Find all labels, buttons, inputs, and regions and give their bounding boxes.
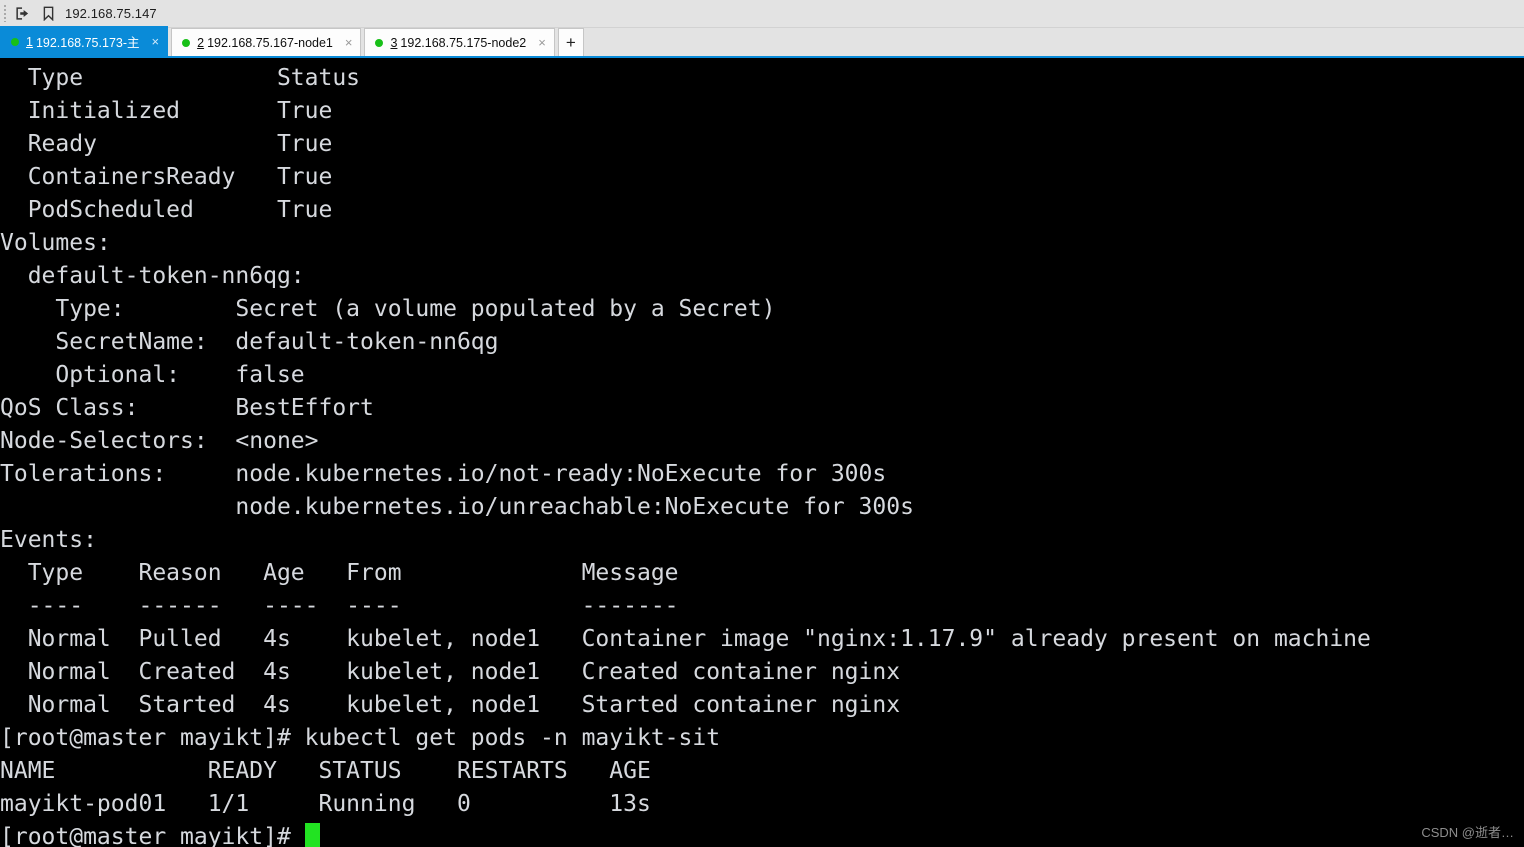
terminal-line: [root@master mayikt]# kubectl get pods -… (0, 725, 721, 751)
tab-close-icon[interactable]: × (150, 35, 162, 48)
tab-status-dot-icon (182, 38, 191, 47)
tab-status-dot-icon (375, 38, 384, 47)
tab-index: 2 (197, 35, 205, 50)
tab-192-168-75-167-node1[interactable]: 2 192.168.75.167-node1 × (171, 28, 362, 56)
tab-close-icon[interactable]: × (343, 36, 355, 49)
tab-label: 192.168.75.173-主 (35, 36, 140, 50)
block-cursor (304, 823, 320, 847)
terminal-line: Type: Secret (a volume populated by a Se… (0, 296, 776, 322)
tab-192-168-75-173[interactable]: 1 192.168.75.173-主 × (0, 26, 169, 56)
tab-close-icon[interactable]: × (536, 36, 548, 49)
address-label: 192.168.75.147 (65, 6, 157, 21)
terminal-line: SecretName: default-token-nn6qg (0, 329, 499, 355)
terminal-line: PodScheduled True (0, 197, 347, 223)
new-tab-button[interactable]: + (557, 28, 584, 56)
terminal-prompt-line: [root@master mayikt]# (0, 821, 1524, 847)
terminal-line: mayikt-pod01 1/1 Running 0 13s (0, 791, 651, 817)
toolbar: 192.168.75.147 (0, 0, 1524, 28)
terminal-line: Events: (0, 527, 97, 553)
terminal-output: Type Status Initialized True Ready True … (0, 62, 1524, 847)
open-file-icon[interactable] (9, 0, 35, 27)
terminal-line: Optional: false (0, 362, 305, 388)
terminal-line: default-token-nn6qg: (0, 263, 305, 289)
terminal-line: ---- ------ ---- ---- ------- (0, 593, 679, 619)
tab-192-168-75-175-node2[interactable]: 3 192.168.75.175-node2 × (364, 28, 555, 56)
terminal-line: Node-Selectors: <none> (0, 428, 319, 454)
terminal-line: NAME READY STATUS RESTARTS AGE (0, 758, 651, 784)
terminal-line: Ready True (0, 131, 347, 157)
tab-label: 192.168.75.175-node2 (400, 35, 527, 50)
terminal-line: Initialized True (0, 98, 347, 124)
shell-prompt: [root@master mayikt]# (0, 824, 305, 847)
terminal-line: ContainersReady True (0, 164, 347, 190)
terminal-line: Normal Created 4s kubelet, node1 Created… (0, 659, 901, 685)
terminal-line: Normal Started 4s kubelet, node1 Started… (0, 692, 901, 718)
terminal-line: Type Status (0, 65, 361, 91)
terminal-line: node.kubernetes.io/unreachable:NoExecute… (0, 494, 914, 520)
terminal-app-window: 192.168.75.147 1 192.168.75.173-主 × 2 19… (0, 0, 1524, 847)
terminal-screen[interactable]: Type Status Initialized True Ready True … (0, 58, 1524, 847)
toolbar-drag-handle[interactable] (0, 0, 9, 27)
terminal-line: Volumes: (0, 230, 111, 256)
terminal-line: Normal Pulled 4s kubelet, node1 Containe… (0, 626, 1371, 652)
terminal-line: Tolerations: node.kubernetes.io/not-read… (0, 461, 887, 487)
bookmark-icon[interactable] (35, 0, 61, 27)
tab-index: 1 (26, 34, 33, 49)
terminal-line: Type Reason Age From Message (0, 560, 679, 586)
tab-bar: 1 192.168.75.173-主 × 2 192.168.75.167-no… (0, 26, 1524, 58)
tab-status-dot-icon (11, 37, 19, 46)
tab-label: 192.168.75.167-node1 (207, 35, 333, 50)
tab-index: 3 (390, 35, 398, 50)
terminal-line: QoS Class: BestEffort (0, 395, 374, 421)
